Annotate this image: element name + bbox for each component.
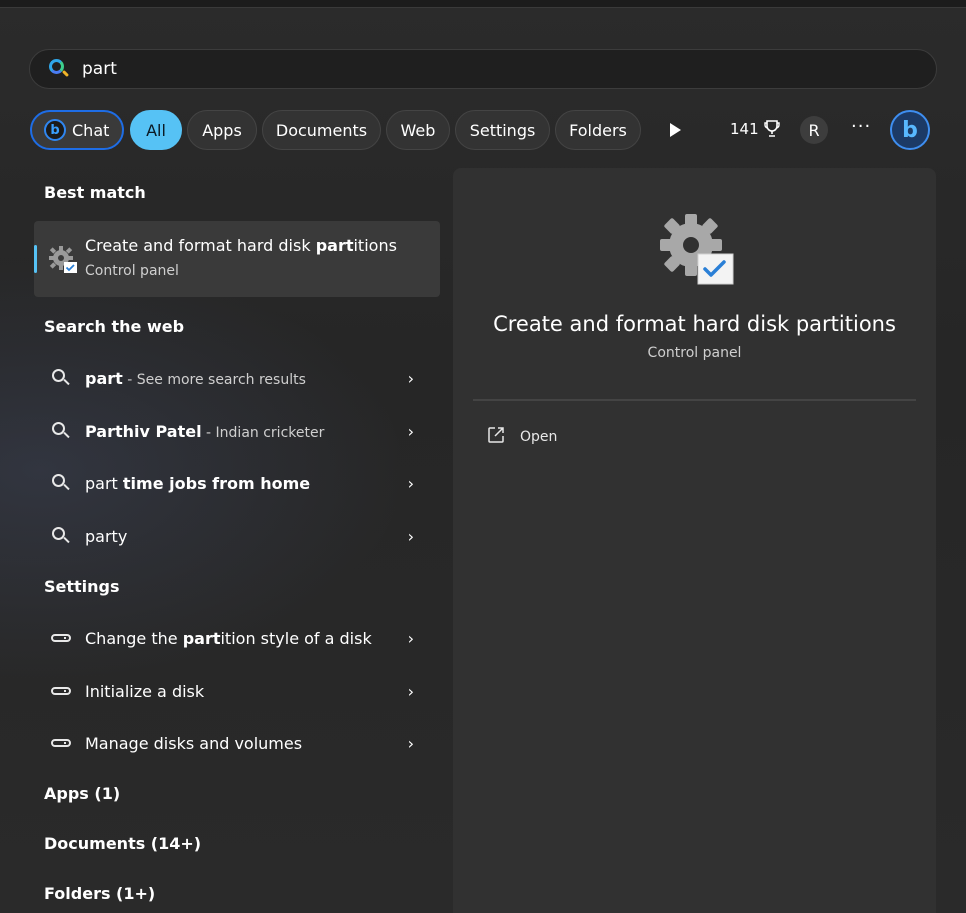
web-result-item[interactable]: part - See more search results › [34,356,440,400]
search-icon [52,474,70,492]
search-input[interactable] [82,59,862,79]
preview-pane: Create and format hard disk partitions C… [453,168,936,913]
search-icon [52,422,70,440]
search-icon [48,58,70,80]
trophy-icon [763,120,780,138]
preview-subtitle: Control panel [647,345,742,361]
chevron-right-icon: › [407,369,414,388]
best-match-title: Create and format hard disk partitions [85,236,397,255]
chevron-right-icon: › [407,629,414,648]
filter-settings[interactable]: Settings [455,110,550,150]
folders-category[interactable]: Folders (1+) [44,884,155,903]
documents-category[interactable]: Documents (14+) [44,834,201,853]
chevron-right-icon: › [407,527,414,546]
web-result-text: Parthiv Patel - Indian cricketer [85,421,325,441]
hard-drive-icon [51,634,71,642]
open-external-icon [487,426,505,448]
chevron-right-icon: › [407,422,414,441]
selection-indicator [34,245,37,273]
preview-title: Create and format hard disk partitions [493,312,896,336]
search-box[interactable] [29,49,937,89]
user-avatar[interactable]: R [800,116,828,144]
search-icon [52,369,70,387]
settings-result-text: Initialize a disk [85,681,205,701]
more-filters-arrow-icon[interactable] [670,123,681,137]
chevron-right-icon: › [407,682,414,701]
more-options-icon[interactable]: ··· [851,116,871,137]
bing-chat-icon: b [44,119,66,141]
chat-label: Chat [72,120,110,140]
settings-result-item[interactable]: Manage disks and volumes › [34,721,440,765]
filter-apps[interactable]: Apps [187,110,257,150]
points-value: 141 [730,120,759,138]
disk-management-icon [658,212,734,286]
web-result-text: part - See more search results [85,368,306,388]
search-icon [52,527,70,545]
filter-documents[interactable]: Documents [262,110,381,150]
apps-category[interactable]: Apps (1) [44,784,120,803]
divider [473,399,916,401]
settings-result-text: Change the partition style of a disk [85,628,372,648]
best-match-subtitle: Control panel [85,263,179,279]
search-web-heading: Search the web [44,317,185,336]
hard-drive-icon [51,739,71,747]
bing-icon[interactable]: b [890,110,930,150]
open-action[interactable]: Open [487,426,557,448]
filter-bar: b Chat All Apps Documents Web Settings F… [30,110,940,150]
settings-result-item[interactable]: Initialize a disk › [34,669,440,713]
web-result-text: part time jobs from home [85,473,311,493]
filter-folders[interactable]: Folders [555,110,641,150]
web-result-text: party [85,526,128,546]
web-result-item[interactable]: party › [34,514,440,558]
chevron-right-icon: › [407,474,414,493]
disk-management-icon [48,245,78,275]
chevron-right-icon: › [407,734,414,753]
chat-button[interactable]: b Chat [30,110,124,150]
rewards-points[interactable]: 141 [730,120,780,138]
open-label: Open [520,429,558,445]
best-match-item[interactable]: Create and format hard disk partitions C… [34,221,440,297]
filter-web[interactable]: Web [386,110,450,150]
window-top-strip [0,0,966,8]
web-result-item[interactable]: Parthiv Patel - Indian cricketer › [34,409,440,453]
settings-result-item[interactable]: Change the partition style of a disk › [34,616,440,660]
filter-all[interactable]: All [130,110,182,150]
settings-heading: Settings [44,577,120,596]
best-match-heading: Best match [44,183,146,202]
settings-result-text: Manage disks and volumes [85,733,303,753]
hard-drive-icon [51,687,71,695]
web-result-item[interactable]: part time jobs from home › [34,461,440,505]
